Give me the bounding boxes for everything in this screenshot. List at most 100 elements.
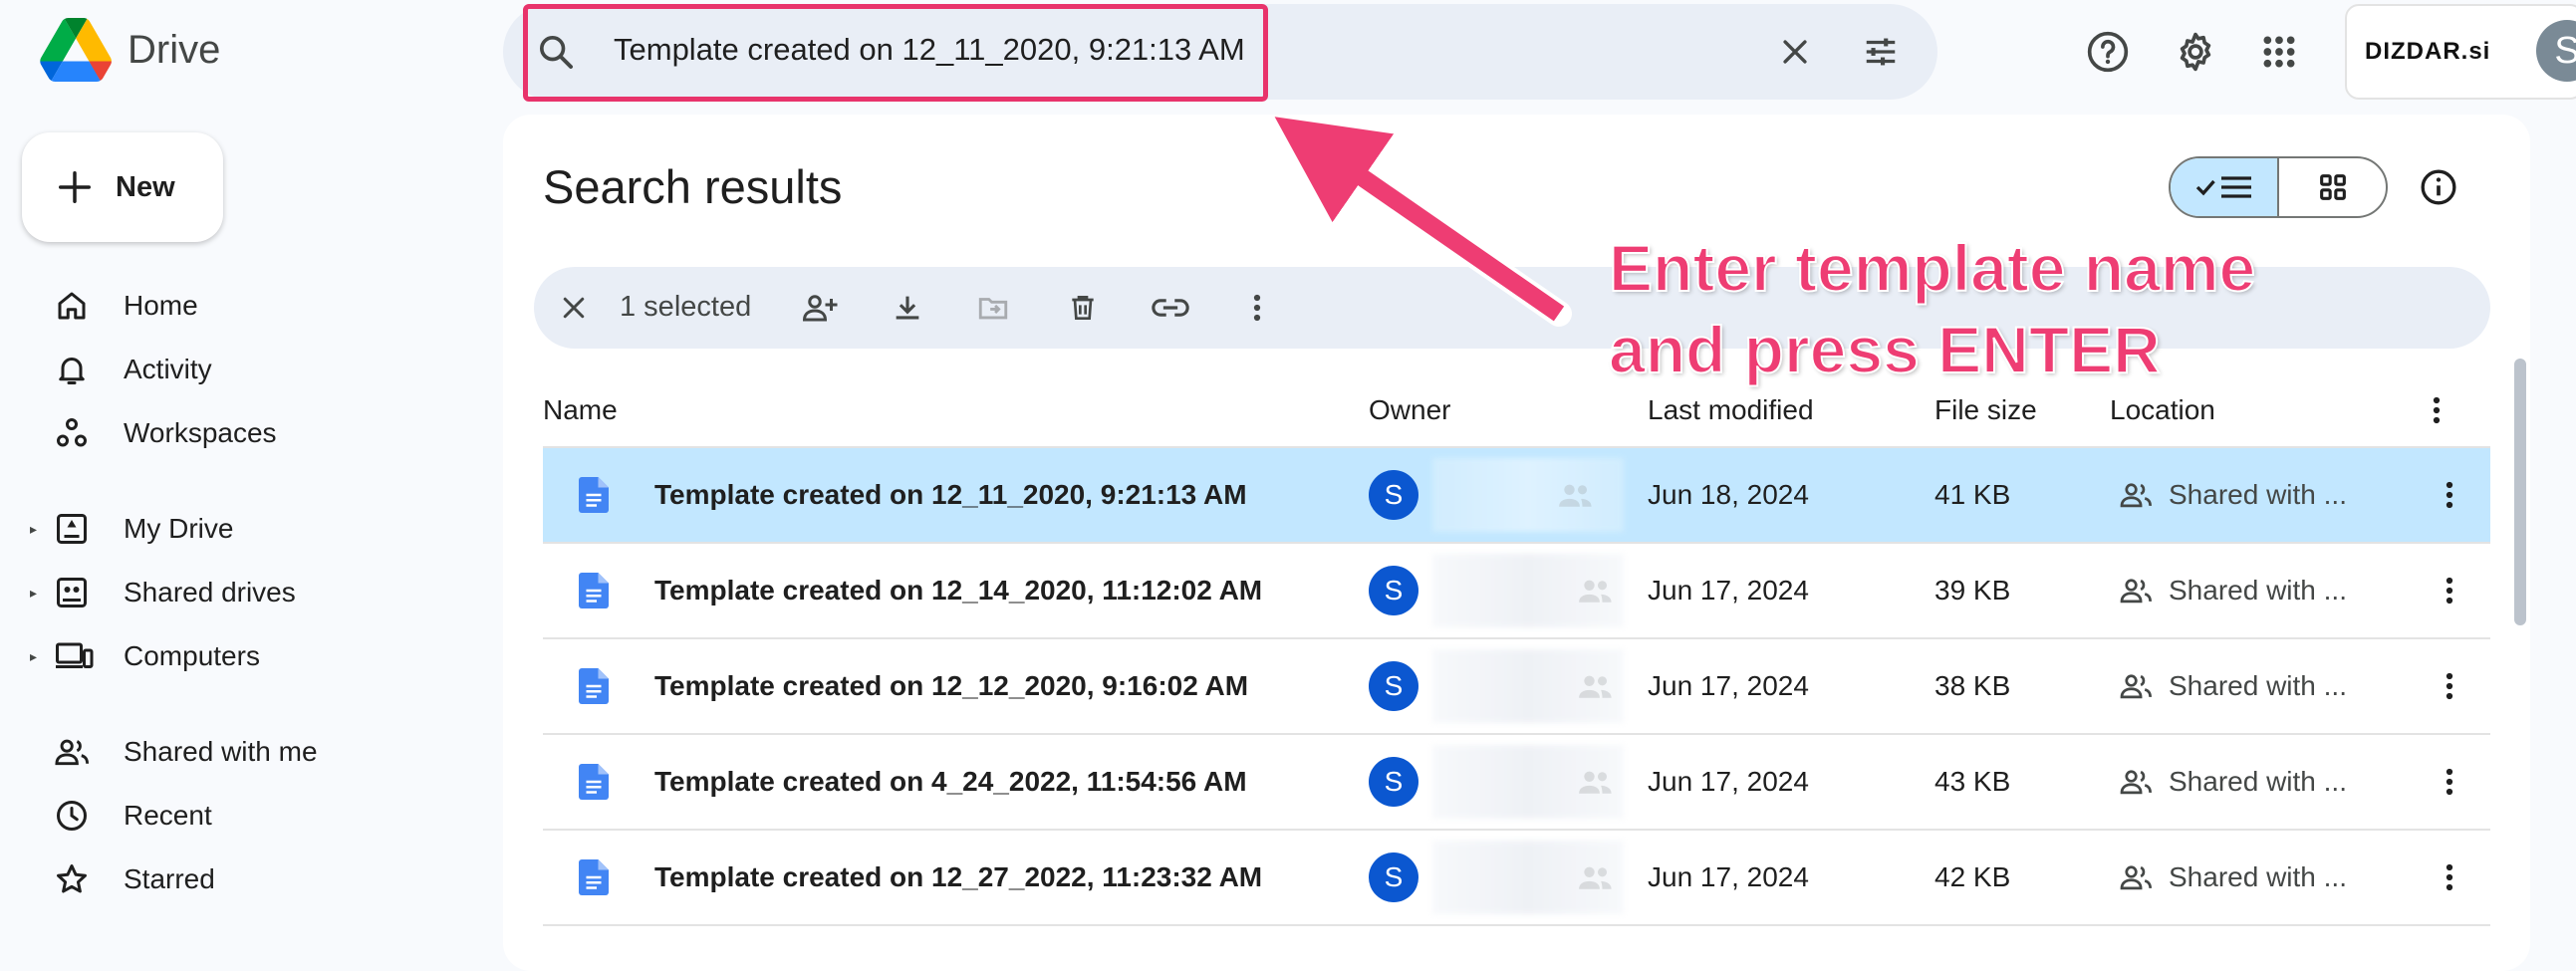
last-modified: Jun 17, 2024 (1648, 861, 1809, 892)
list-view-button[interactable] (2171, 158, 2279, 216)
file-name[interactable]: Template created on 12_14_2020, 11:12:02… (654, 544, 1262, 637)
search-options-icon[interactable] (1857, 30, 1905, 74)
owner-name-redacted (1432, 745, 1624, 819)
row-more-actions-icon[interactable] (2432, 639, 2467, 733)
file-size: 39 KB (1934, 575, 2011, 606)
file-name[interactable]: Template created on 4_24_2022, 11:54:56 … (654, 735, 1247, 829)
home-icon (54, 288, 100, 324)
apps-grid-icon[interactable] (2255, 28, 2303, 76)
location[interactable]: Shared with ... (2169, 544, 2347, 637)
owner-avatar[interactable]: S (1369, 566, 1418, 615)
sidebar-item-label: Recent (124, 800, 212, 831)
drive-logo-icon (40, 18, 112, 82)
sidebar-item-label: Starred (124, 863, 215, 894)
file-name[interactable]: Template created on 12_27_2022, 11:23:32… (654, 831, 1262, 924)
location[interactable]: Shared with ... (2169, 735, 2347, 829)
google-doc-icon (579, 639, 609, 733)
expand-caret-icon[interactable]: ▸ (30, 648, 46, 665)
clear-search-icon[interactable] (1773, 30, 1817, 74)
google-doc-icon (579, 831, 609, 924)
list-view-icon (2195, 176, 2251, 198)
settings-gear-icon[interactable] (2172, 28, 2219, 76)
sidebar-item-my-drive[interactable]: ▸ My Drive (30, 501, 233, 557)
owner-cell: S (1369, 448, 1418, 542)
column-options-icon[interactable] (2419, 390, 2454, 430)
selection-count: 1 selected (620, 291, 752, 323)
owner-avatar[interactable]: S (1369, 661, 1418, 711)
grid-view-icon (2319, 174, 2346, 200)
owner-cell: S (1369, 735, 1418, 829)
bell-icon (54, 352, 100, 387)
table-row[interactable]: Template created on 12_27_2022, 11:23:32… (543, 831, 2490, 926)
share-icon[interactable] (799, 287, 843, 329)
column-header-name[interactable]: Name (543, 394, 618, 426)
people-icon (54, 734, 100, 770)
owner-avatar[interactable]: S (1369, 757, 1418, 807)
owner-avatar[interactable]: S (1369, 852, 1418, 902)
annotation-line-2: and press ENTER (1608, 312, 2162, 387)
sidebar-item-activity[interactable]: Activity (30, 342, 212, 397)
page-title: Search results (543, 160, 843, 213)
expand-caret-icon[interactable]: ▸ (30, 521, 46, 538)
sidebar-item-starred[interactable]: Starred (30, 851, 215, 907)
sidebar-item-label: My Drive (124, 513, 234, 544)
table-row[interactable]: Template created on 12_14_2020, 11:12:02… (543, 544, 2490, 639)
row-more-actions-icon[interactable] (2432, 544, 2467, 637)
info-icon[interactable] (2415, 163, 2462, 211)
annotation-text: Enter template name and press ENTER (1608, 227, 2256, 390)
scrollbar[interactable] (2514, 359, 2526, 625)
sidebar-item-shared-with-me[interactable]: Shared with me (30, 724, 318, 780)
help-icon[interactable] (2084, 28, 2132, 76)
column-header-owner[interactable]: Owner (1369, 394, 1450, 426)
last-modified: Jun 17, 2024 (1648, 670, 1809, 701)
column-header-last-modified[interactable]: Last modified (1648, 394, 1814, 426)
table-row[interactable]: Template created on 12_11_2020, 9:21:13 … (543, 448, 2490, 544)
location[interactable]: Shared with ... (2169, 639, 2347, 733)
sidebar-item-workspaces[interactable]: Workspaces (30, 405, 277, 461)
location[interactable]: Shared with ... (2169, 448, 2347, 542)
workspaces-icon (54, 415, 100, 451)
owner-name-redacted (1432, 841, 1624, 914)
my-drive-icon (54, 511, 100, 547)
sidebar-item-home[interactable]: Home (30, 278, 198, 334)
table-row[interactable]: Template created on 12_12_2020, 9:16:02 … (543, 639, 2490, 735)
location-icon (2119, 831, 2155, 924)
drive-logo[interactable]: Drive (40, 18, 220, 82)
link-icon[interactable] (1148, 287, 1193, 329)
sidebar-item-label: Workspaces (124, 417, 277, 448)
grid-view-button[interactable] (2279, 158, 2386, 216)
location-icon (2119, 639, 2155, 733)
clear-selection-icon[interactable] (554, 288, 594, 328)
location-icon (2119, 448, 2155, 542)
file-name[interactable]: Template created on 12_11_2020, 9:21:13 … (654, 448, 1247, 542)
owner-cell: S (1369, 831, 1418, 924)
expand-caret-icon[interactable]: ▸ (30, 585, 46, 602)
owner-avatar[interactable]: S (1369, 470, 1418, 520)
sidebar-item-shared-drives[interactable]: ▸ Shared drives (30, 565, 296, 620)
location-icon (2119, 735, 2155, 829)
sidebar-item-label: Shared with me (124, 736, 318, 767)
sidebar-item-computers[interactable]: ▸ Computers (30, 628, 260, 684)
sidebar-item-label: Activity (124, 354, 212, 384)
new-button[interactable]: New (22, 132, 223, 242)
app-name: Drive (128, 27, 221, 72)
row-more-actions-icon[interactable] (2432, 448, 2467, 542)
table-row[interactable]: Template created on 4_24_2022, 11:54:56 … (543, 735, 2490, 831)
file-size: 41 KB (1934, 479, 2011, 510)
column-header-file-size[interactable]: File size (1934, 394, 2037, 426)
sidebar-item-label: Computers (124, 640, 260, 671)
last-modified: Jun 17, 2024 (1648, 766, 1809, 797)
owner-cell: S (1369, 544, 1418, 637)
view-toggle[interactable] (2169, 156, 2388, 218)
column-header-location[interactable]: Location (2110, 394, 2215, 426)
move-to-folder-icon (972, 287, 1014, 329)
file-name[interactable]: Template created on 12_12_2020, 9:16:02 … (654, 639, 1248, 733)
star-icon (54, 861, 100, 897)
location[interactable]: Shared with ... (2169, 831, 2347, 924)
trash-icon[interactable] (1062, 287, 1104, 329)
row-more-actions-icon[interactable] (2432, 735, 2467, 829)
row-more-actions-icon[interactable] (2432, 831, 2467, 924)
shared-drives-icon (54, 575, 100, 610)
download-icon[interactable] (887, 287, 928, 329)
sidebar-item-recent[interactable]: Recent (30, 788, 212, 844)
